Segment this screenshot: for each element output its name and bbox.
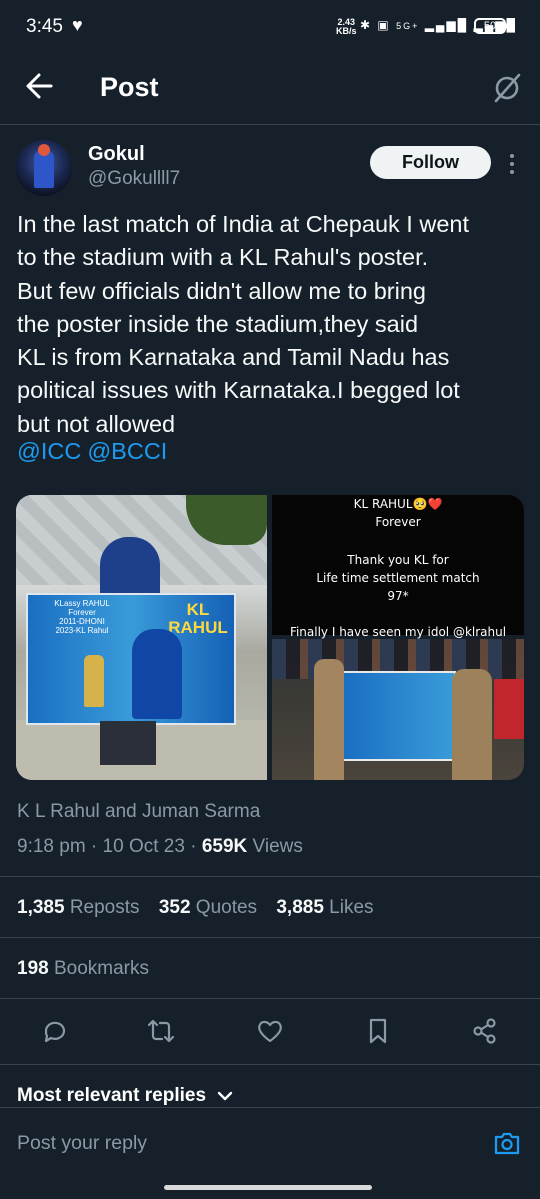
meta-divider <box>0 876 540 877</box>
views-label: Views <box>247 836 303 857</box>
card-text: Finally I have seen my idol @klrahul <box>289 625 507 639</box>
reposts-stat[interactable]: 1,385 Reposts <box>17 897 140 918</box>
repost-icon[interactable] <box>146 1016 176 1046</box>
tweet-line: the poster inside the stadium,they said <box>17 310 419 337</box>
follow-button[interactable]: Follow <box>370 146 491 179</box>
views-count: 659K <box>201 836 248 857</box>
card-text: Forever <box>375 515 421 529</box>
page-title: Post <box>100 72 159 102</box>
reply-icon[interactable] <box>40 1016 70 1046</box>
network-type: 5G+ <box>396 21 420 31</box>
likes-label: Likes <box>329 897 374 918</box>
quotes-stat[interactable]: 352 Quotes <box>159 897 257 918</box>
like-icon[interactable] <box>255 1016 285 1046</box>
bookmarks-stat[interactable]: 198 Bookmarks <box>17 958 149 980</box>
replies-sort-toggle[interactable]: Most relevant replies <box>17 1085 233 1107</box>
mention-bcci[interactable]: @BCCI <box>87 438 167 464</box>
battery-icon: 50 <box>474 18 506 34</box>
poster-banner: KLassy RAHUL Forever 2011-DHONI 2023-KL … <box>26 593 236 725</box>
author-handle[interactable]: @Gokullll7 <box>88 168 180 190</box>
network-speed-unit: KB/s <box>336 26 357 36</box>
heart-notification-icon: ♥ <box>72 15 83 35</box>
tweet-line: but not allowed <box>17 410 176 437</box>
more-icon[interactable] <box>506 150 518 178</box>
tweet-mentions: @ICC @BCCI <box>17 438 173 465</box>
status-time: 3:45 <box>26 16 63 37</box>
bluetooth-icon: ✱ <box>360 18 373 32</box>
back-arrow-icon[interactable] <box>24 68 54 104</box>
media-tagged-people[interactable]: K L Rahul and Juman Sarma <box>17 801 260 823</box>
card-text: Thank you KL for <box>347 553 449 567</box>
tweet-text: In the last match of India at Chepauk I … <box>17 208 527 441</box>
tweet-line: But few officials didn't allow me to bri… <box>17 277 426 304</box>
author-name[interactable]: Gokul <box>88 143 145 166</box>
tweet-line: KL is from Karnataka and Tamil Nadu has <box>17 344 450 371</box>
replies-sort-label: Most relevant replies <box>17 1085 207 1106</box>
bookmarks-label: Bookmarks <box>53 958 150 979</box>
header-divider <box>0 124 540 125</box>
composer-divider <box>0 1107 540 1108</box>
bookmarks-divider <box>0 998 540 999</box>
media-image-stadium-poster[interactable]: KLassy RAHUL Forever 2011-DHONI 2023-KL … <box>16 495 267 780</box>
bookmarks-count: 198 <box>17 958 49 979</box>
reposts-label: Reposts <box>69 897 140 918</box>
likes-stat[interactable]: 3,885 Likes <box>276 897 373 918</box>
reply-input[interactable]: Post your reply <box>17 1132 147 1155</box>
home-indicator[interactable] <box>164 1185 372 1190</box>
media-image-police-poster[interactable] <box>272 639 524 780</box>
card-text: Life time settlement match <box>316 571 480 585</box>
media-image-text-card[interactable]: KL RAHUL🥺❤️ Forever Thank you KL for Lif… <box>272 495 524 639</box>
share-icon[interactable] <box>470 1016 500 1046</box>
bookmark-icon[interactable] <box>363 1016 393 1046</box>
banner-big-text: KL RAHUL <box>168 600 228 637</box>
banner-text: KLassy RAHUL <box>54 599 110 608</box>
card-text: KL RAHUL🥺❤️ <box>353 497 443 511</box>
banner-text: Forever <box>68 608 96 617</box>
volte-icon: ▣ <box>377 18 391 32</box>
media-grid: KLassy RAHUL Forever 2011-DHONI 2023-KL … <box>16 495 524 780</box>
likes-count: 3,885 <box>276 897 324 918</box>
card-text: 97* <box>387 589 409 603</box>
grok-icon[interactable] <box>492 70 522 104</box>
status-bar: 3:45 ♥ 2.43 KB/s ✱ ▣ 5G+ ▂▄▆█ ▂▄▆█ 50 <box>0 0 540 56</box>
battery-nub <box>506 23 509 29</box>
banner-text: 2023-KL Rahul <box>55 626 109 635</box>
quotes-label: Quotes <box>195 897 258 918</box>
network-speed: 2.43 KB/s <box>336 18 357 36</box>
post-time-date: 9:18 pm · 10 Oct 23 · <box>17 836 202 857</box>
chevron-down-icon <box>218 1091 233 1101</box>
quotes-count: 352 <box>158 897 191 918</box>
avatar[interactable] <box>16 140 72 196</box>
banner-text: 2011-DHONI <box>59 617 105 626</box>
engagement-stats: 1,385 Reposts 352 Quotes 3,885 Likes <box>17 897 388 919</box>
stats-divider <box>0 937 540 938</box>
mention-icc[interactable]: @ICC <box>17 438 81 464</box>
tweet-line: to the stadium with a KL Rahul's poster. <box>17 244 429 271</box>
camera-icon[interactable] <box>492 1128 522 1158</box>
actions-divider <box>0 1064 540 1065</box>
post-timestamp: 9:18 pm · 10 Oct 23 · 659K Views <box>17 836 303 858</box>
reposts-count: 1,385 <box>17 897 65 918</box>
tweet-line: In the last match of India at Chepauk I … <box>17 211 469 237</box>
tweet-line: political issues with Karnataka.I begged… <box>17 377 460 404</box>
